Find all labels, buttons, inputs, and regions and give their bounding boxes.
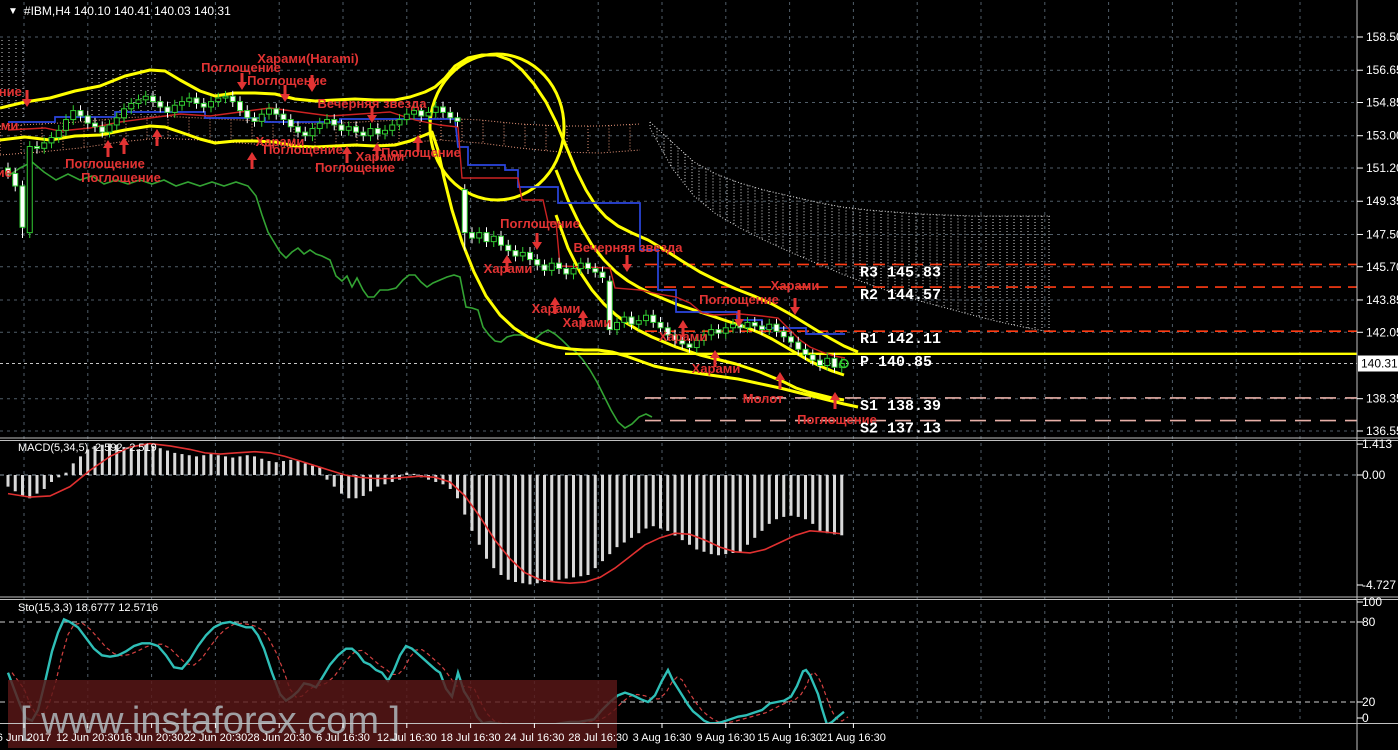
svg-text:28 Jun 20:30: 28 Jun 20:30: [247, 732, 311, 744]
svg-text:158.50: 158.50: [1366, 30, 1398, 44]
svg-text:0.00: 0.00: [1362, 468, 1386, 482]
svg-text:Поглощение: Поглощение: [263, 142, 343, 157]
svg-text:9 Aug 16:30: 9 Aug 16:30: [696, 732, 755, 744]
svg-text:Поглощение: Поглощение: [247, 73, 327, 88]
svg-text:1.413: 1.413: [1362, 437, 1392, 451]
svg-text:Поглощение: Поглощение: [699, 292, 779, 307]
svg-text:100: 100: [1362, 595, 1382, 609]
svg-text:Поглощение: Поглощение: [81, 170, 161, 185]
svg-text:Вечерняя звезда: Вечерняя звезда: [573, 240, 683, 255]
svg-text:147.50: 147.50: [1366, 227, 1398, 241]
svg-text:Поглощение: Поглощение: [0, 165, 12, 180]
mt4-chart-window: { "window": { "title": "#IBM,H4 140.10 1…: [0, 0, 1398, 750]
svg-text:20: 20: [1362, 695, 1376, 709]
stochastic-label: Sto(15,3,3) 18.6777 12.5716: [18, 602, 159, 614]
svg-text:142.05: 142.05: [1366, 325, 1398, 339]
svg-text:21 Aug 16:30: 21 Aug 16:30: [821, 732, 886, 744]
svg-text:143.85: 143.85: [1366, 293, 1398, 307]
svg-text:Харами: Харами: [563, 315, 612, 330]
svg-text:6 Jul 16:30: 6 Jul 16:30: [316, 732, 370, 744]
svg-text:Поглощение: Поглощение: [0, 84, 22, 99]
svg-text:Харами: Харами: [0, 118, 18, 133]
svg-text:12 Jul 16:30: 12 Jul 16:30: [377, 732, 437, 744]
svg-text:Поглощение: Поглощение: [381, 145, 461, 160]
svg-text:156.65: 156.65: [1366, 63, 1398, 77]
svg-text:Харами: Харами: [532, 301, 581, 316]
svg-text:149.35: 149.35: [1366, 194, 1398, 208]
price-axis[interactable]: 158.50 156.65 154.85 153.00 151.20 149.35 147.…: [1357, 30, 1398, 725]
svg-text:Поглощение: Поглощение: [315, 160, 395, 175]
svg-text:138.35: 138.35: [1366, 392, 1398, 406]
pivot-label: P 140.85: [860, 354, 932, 371]
pivot-label: S1 138.39: [860, 398, 941, 415]
pivot-label: R1 142.11: [860, 331, 941, 348]
svg-text:Харами(Harami): Харами(Harami): [257, 51, 358, 66]
svg-text:140.31: 140.31: [1361, 357, 1398, 371]
svg-text:Поглощение: Поглощение: [65, 156, 145, 171]
svg-text:145.70: 145.70: [1366, 260, 1398, 274]
chikou-line: [7, 161, 653, 429]
pivot-label: S2 137.13: [860, 421, 941, 438]
svg-text:15 Aug 16:30: 15 Aug 16:30: [757, 732, 822, 744]
svg-text:Харами: Харами: [484, 261, 533, 276]
svg-text:18 Jul 16:30: 18 Jul 16:30: [441, 732, 501, 744]
svg-text:-4.727: -4.727: [1362, 578, 1396, 592]
pivot-label: R2 144.57: [860, 287, 941, 304]
svg-text:Молот: Молот: [743, 391, 784, 406]
symbol-dropdown-caret[interactable]: ▼: [8, 6, 18, 17]
svg-text:0: 0: [1362, 711, 1369, 725]
svg-text:28 Jul 16:30: 28 Jul 16:30: [568, 732, 628, 744]
svg-text:Поглощение: Поглощение: [500, 216, 580, 231]
chart-title: #IBM,H4 140.10 140.41 140.03 140.31: [23, 4, 231, 18]
svg-text:154.85: 154.85: [1366, 96, 1398, 110]
svg-text:Вечерняя звезда: Вечерняя звезда: [317, 96, 427, 111]
chart-canvas[interactable]: Поглощение Харами(Harami) Поглощение Вечерн…: [0, 0, 1398, 750]
pivot-label: R3 145.83: [860, 264, 941, 281]
svg-text:16 Jun 20:30: 16 Jun 20:30: [120, 732, 184, 744]
candlestick-series: [5, 90, 845, 373]
main-chart-area[interactable]: Поглощение Харами(Harami) Поглощение Вечерн…: [0, 40, 1357, 438]
svg-text:136.55: 136.55: [1366, 424, 1398, 438]
svg-text:12 Jun 20:30: 12 Jun 20:30: [56, 732, 120, 744]
svg-text:80: 80: [1362, 615, 1376, 629]
svg-text:153.00: 153.00: [1366, 129, 1398, 143]
svg-text:22 Jun 20:30: 22 Jun 20:30: [184, 732, 248, 744]
svg-text:24 Jul 16:30: 24 Jul 16:30: [504, 732, 564, 744]
chart-title-bar: ▼ #IBM,H4 140.10 140.41 140.03 140.31: [8, 4, 231, 18]
svg-text:6 Jun 2017: 6 Jun 2017: [0, 732, 51, 744]
bollinger-upper_band: [0, 53, 859, 354]
macd-panel: [6, 442, 844, 585]
macd-label: MACD(5,34,5) -2.592 -2.519: [18, 442, 157, 454]
macd-signal-line: [7, 442, 841, 585]
svg-text:Харами: Харами: [692, 361, 741, 376]
svg-text:151.20: 151.20: [1366, 161, 1398, 175]
svg-text:Харами: Харами: [771, 278, 820, 293]
svg-text:Харами: Харами: [659, 329, 708, 344]
svg-text:3 Aug 16:30: 3 Aug 16:30: [633, 732, 692, 744]
